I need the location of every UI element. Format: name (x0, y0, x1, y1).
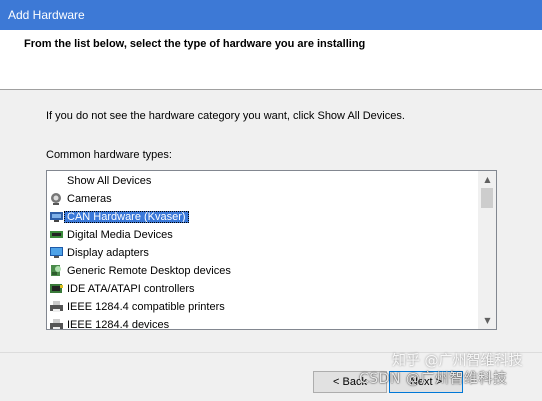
list-item[interactable]: Show All Devices (49, 172, 151, 189)
list-label: Common hardware types: (46, 149, 172, 161)
wizard-content: If you do not see the hardware category … (0, 90, 542, 352)
list-item[interactable]: IDE ATA/ATAPI controllers (49, 280, 195, 297)
list-item-label: Cameras (67, 192, 112, 205)
scroll-up-icon[interactable]: ▲ (479, 171, 496, 188)
display-adapter-icon (49, 246, 64, 259)
ide-controller-icon (49, 282, 64, 295)
printer-icon (49, 300, 64, 313)
list-item-label: IEEE 1284.4 compatible printers (67, 300, 225, 313)
list-item[interactable]: Display adapters (49, 244, 149, 261)
printer-icon (49, 318, 64, 329)
watermark-zhihu: 知乎 @广州智维科技 (392, 353, 523, 369)
list-item[interactable]: Generic Remote Desktop devices (49, 262, 231, 279)
list-item[interactable]: Cameras (49, 190, 112, 207)
blank-icon (49, 174, 64, 187)
instruction-text: If you do not see the hardware category … (46, 110, 405, 122)
digital-media-icon (49, 228, 64, 241)
list-item[interactable]: IEEE 1284.4 compatible printers (49, 298, 225, 315)
watermark-csdn: CSDN @广州智维科技 (359, 371, 508, 387)
list-item-label: CAN Hardware (Kvaser) (64, 210, 189, 223)
list-item-selected[interactable]: CAN Hardware (Kvaser) (49, 208, 189, 225)
scroll-down-icon[interactable]: ▼ (479, 312, 496, 329)
list-item-label: Show All Devices (67, 174, 152, 187)
list-item-label: IEEE 1284.4 devices (67, 318, 170, 330)
hardware-type-list[interactable]: Show All Devices Cameras CAN Hardware (K… (46, 170, 497, 330)
remote-desktop-icon (49, 264, 64, 277)
title-bar: Add Hardware (0, 0, 542, 30)
wizard-header: From the list below, select the type of … (0, 30, 542, 90)
scroll-thumb[interactable] (481, 188, 493, 208)
list-item[interactable]: Digital Media Devices (49, 226, 173, 243)
list-item-label: IDE ATA/ATAPI controllers (67, 282, 195, 295)
list-item-label: Display adapters (67, 246, 149, 259)
list-item-label: Generic Remote Desktop devices (67, 264, 231, 277)
header-heading: From the list below, select the type of … (24, 38, 366, 50)
list-scrollbar[interactable]: ▲ ▼ (478, 171, 496, 329)
can-hardware-icon (49, 210, 64, 223)
camera-icon (49, 192, 64, 205)
list-item[interactable]: IEEE 1284.4 devices (49, 316, 170, 330)
window-title: Add Hardware (8, 8, 85, 22)
list-label-text: Common hardware types: (46, 149, 172, 161)
list-item-label: Digital Media Devices (67, 228, 173, 241)
